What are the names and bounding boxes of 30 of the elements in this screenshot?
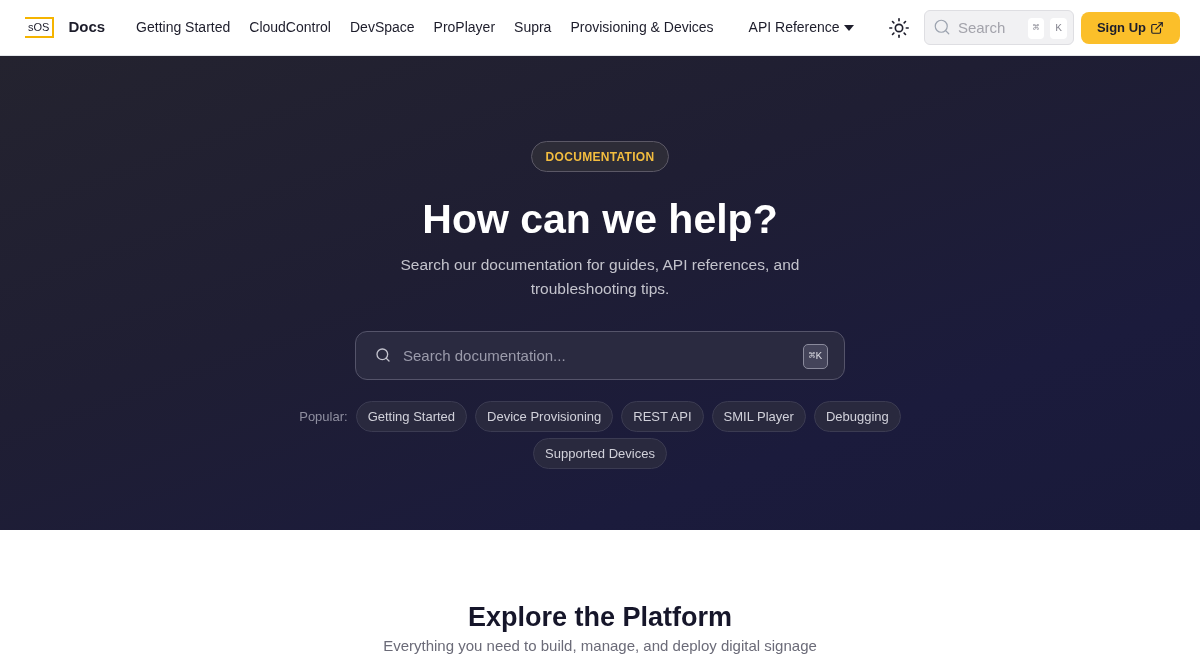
nav-link[interactable]: Supra xyxy=(514,13,552,42)
topic-chip[interactable]: SMIL Player xyxy=(711,401,806,432)
hero-subtitle: Search our documentation for guides, API references, and troubleshooting tips. xyxy=(399,255,801,299)
topic-chip[interactable]: Device Provisioning xyxy=(475,401,614,432)
sun-icon xyxy=(887,16,910,39)
nav-link[interactable]: ProPlayer xyxy=(433,13,496,42)
sign-up-button[interactable]: Sign Up xyxy=(1080,11,1180,44)
caret-icon xyxy=(843,24,854,31)
search-icon xyxy=(932,18,951,36)
hero-heading: How can we help? xyxy=(422,195,778,244)
popular-label: Popular: xyxy=(299,407,348,426)
external-link-icon xyxy=(1150,20,1164,35)
topic-chip[interactable]: Supported Devices xyxy=(533,438,667,469)
topic-chip[interactable]: REST API xyxy=(621,401,704,432)
nav-link[interactable]: DevSpace xyxy=(350,13,415,42)
nav-link[interactable]: Getting Started xyxy=(136,13,231,42)
topic-chip[interactable]: Debugging xyxy=(813,401,901,432)
logo: sOS xyxy=(25,17,55,38)
section-badge: DOCUMENTATION xyxy=(530,141,670,172)
section-heading: Explore the Platform xyxy=(467,601,733,634)
section-subtitle: Everything you need to build, manage, and deploy digital signage xyxy=(383,637,817,655)
nav-link[interactable]: CloudControl xyxy=(249,13,331,42)
nav-link[interactable]: API Reference xyxy=(748,13,840,42)
theme-toggle[interactable] xyxy=(887,16,910,39)
search-icon xyxy=(375,347,391,363)
nav-link[interactable]: Provisioning & Devices xyxy=(570,13,714,42)
topic-chip[interactable]: Getting Started xyxy=(355,401,468,432)
shortcut-key: ⌘K xyxy=(802,344,828,369)
shortcut-key: K xyxy=(1050,18,1067,39)
site-title: Docs xyxy=(68,17,106,38)
